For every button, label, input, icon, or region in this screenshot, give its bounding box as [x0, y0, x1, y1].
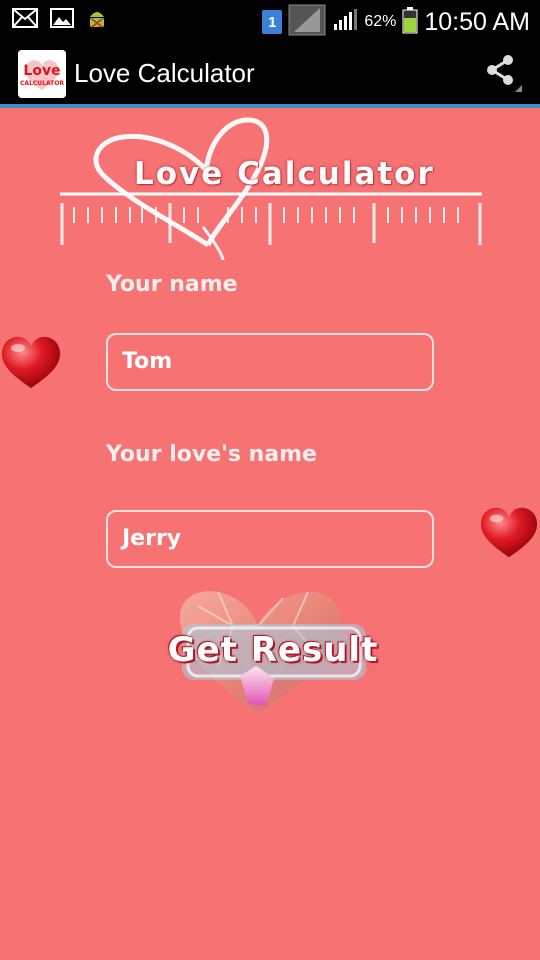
app-title: Love Calculator	[74, 58, 255, 88]
status-bar: 1 62% 10:50 AM	[0, 0, 540, 38]
system-icons: 1 62% 10:50 AM	[262, 4, 530, 40]
app-icon-text-bottom: CALCULATOR	[20, 80, 64, 87]
your-name-value: Tom	[122, 349, 173, 374]
signal-strength-icon	[332, 8, 358, 36]
get-result-button[interactable]: Get Result	[158, 586, 388, 718]
clock: 10:50 AM	[424, 7, 530, 36]
floating-heart-icon	[0, 334, 62, 394]
action-bar-divider	[0, 104, 540, 108]
image-icon	[50, 8, 74, 32]
app-logo-icon[interactable]: Love CALCULATOR	[18, 50, 66, 98]
love-name-label: Your love's name	[106, 442, 317, 467]
love-name-value: Jerry	[122, 526, 182, 551]
love-name-input[interactable]: Jerry	[106, 510, 434, 568]
notification-icons	[12, 7, 108, 33]
your-name-input[interactable]: Tom	[106, 333, 434, 391]
battery-percent: 62%	[364, 13, 397, 30]
floating-heart-icon	[479, 505, 539, 563]
share-button[interactable]	[478, 50, 526, 98]
logo-title: Love Calculator	[134, 156, 435, 192]
battery-icon	[402, 6, 418, 38]
mail-icon	[12, 8, 38, 32]
share-icon	[482, 52, 522, 96]
sim-slot-badge: 1	[262, 10, 283, 34]
android-debug-icon	[86, 7, 108, 33]
app-icon-text-top: Love	[23, 63, 60, 79]
no-signal-icon	[288, 4, 326, 40]
get-result-label: Get Result	[167, 630, 379, 670]
your-name-label: Your name	[106, 272, 238, 297]
action-bar: Love CALCULATOR Love Calculator	[0, 38, 540, 108]
